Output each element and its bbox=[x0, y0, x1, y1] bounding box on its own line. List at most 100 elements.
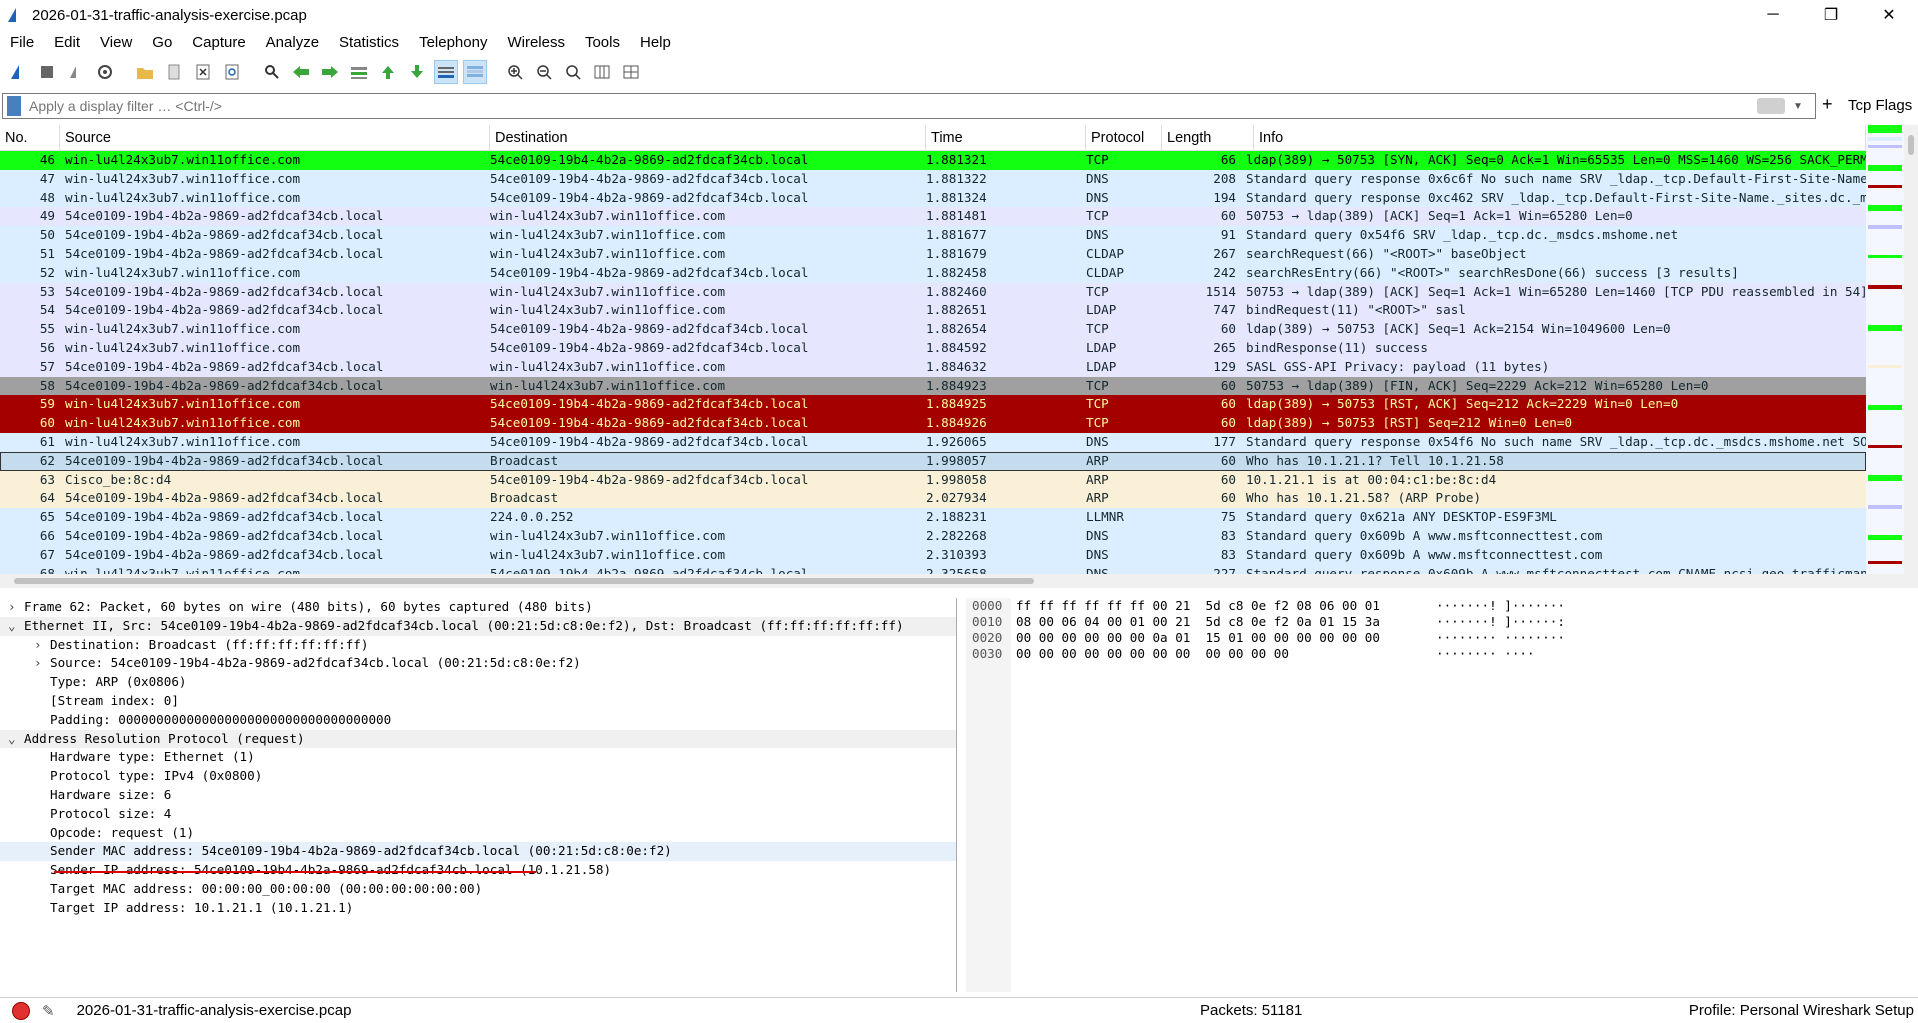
expand-arrow-icon[interactable]: › bbox=[34, 654, 46, 673]
menu-telephony[interactable]: Telephony bbox=[409, 34, 497, 51]
menu-wireless[interactable]: Wireless bbox=[497, 34, 575, 51]
packet-row[interactable]: 48 win-lu4l24x3ub7.win11office.com 54ce010… bbox=[0, 188, 1866, 208]
packet-row[interactable]: 54 54ce0109-19b4-4b2a-9869-ad2fdcaf34cb.l… bbox=[0, 301, 1866, 321]
menu-help[interactable]: Help bbox=[630, 34, 681, 51]
colorize-icon[interactable] bbox=[463, 60, 487, 84]
packet-row[interactable]: 52 win-lu4l24x3ub7.win11office.com 54ce010… bbox=[0, 263, 1866, 283]
go-last-icon[interactable] bbox=[405, 60, 429, 84]
column-header-info[interactable]: Info bbox=[1254, 125, 1866, 150]
tcp-flags-button[interactable]: Tcp Flags bbox=[1848, 97, 1912, 114]
packet-list-scrollbar[interactable] bbox=[1904, 125, 1918, 574]
detail-row[interactable]: › Frame 62: Packet, 60 bytes on wire (480… bbox=[0, 598, 956, 617]
column-header-destination[interactable]: Destination bbox=[490, 125, 926, 150]
packet-row[interactable]: 55 win-lu4l24x3ub7.win11office.com 54ce010… bbox=[0, 320, 1866, 339]
detail-row[interactable]: Protocol size: 4 bbox=[0, 805, 956, 824]
packet-row[interactable]: 64 54ce0109-19b4-4b2a-9869-ad2fdcaf34cb.l… bbox=[0, 489, 1866, 509]
menu-view[interactable]: View bbox=[90, 34, 142, 51]
packet-row[interactable]: 66 54ce0109-19b4-4b2a-9869-ad2fdcaf34cb.l… bbox=[0, 526, 1866, 546]
packet-row[interactable]: 67 54ce0109-19b4-4b2a-9869-ad2fdcaf34cb.l… bbox=[0, 545, 1866, 565]
byte-row[interactable]: 0010 08 00 06 04 00 01 00 21 5d c8 0e f2 … bbox=[966, 614, 1918, 630]
menu-statistics[interactable]: Statistics bbox=[329, 34, 409, 51]
capture-options-icon[interactable] bbox=[93, 60, 117, 84]
autoscroll-icon[interactable] bbox=[434, 60, 458, 84]
detail-row[interactable]: Type: ARP (0x0806) bbox=[0, 673, 956, 692]
detail-row[interactable]: Sender MAC address: 54ce0109-19b4-4b2a-9… bbox=[0, 842, 956, 862]
open-file-icon[interactable] bbox=[133, 60, 157, 84]
zoom-in-icon[interactable] bbox=[503, 60, 527, 84]
scrollbar-thumb[interactable] bbox=[1908, 135, 1914, 155]
packet-row[interactable]: 59 win-lu4l24x3ub7.win11office.com 54ce010… bbox=[0, 395, 1866, 415]
byte-row[interactable]: 0030 00 00 00 00 00 00 00 00 00 00 00 00 ·… bbox=[966, 646, 1918, 662]
packet-row[interactable]: 68 win-lu4l24x3ub7.win11office.com 54ce010… bbox=[0, 564, 1866, 574]
packet-list-hscrollbar[interactable] bbox=[0, 574, 1918, 588]
detail-row[interactable]: Padding: 0000000000000000000000000000000… bbox=[0, 711, 956, 730]
packet-row[interactable]: 57 54ce0109-19b4-4b2a-9869-ad2fdcaf34cb.l… bbox=[0, 357, 1866, 377]
detail-row[interactable]: Hardware size: 6 bbox=[0, 786, 956, 805]
add-filter-button[interactable]: + bbox=[1822, 94, 1833, 115]
find-packet-icon[interactable] bbox=[260, 60, 284, 84]
detail-row[interactable]: Hardware type: Ethernet (1) bbox=[0, 748, 956, 767]
restart-capture-icon[interactable] bbox=[64, 60, 88, 84]
packet-row[interactable]: 50 54ce0109-19b4-4b2a-9869-ad2fdcaf34cb.l… bbox=[0, 226, 1866, 245]
close-file-icon[interactable] bbox=[191, 60, 215, 84]
detail-row[interactable]: Target IP address: 10.1.21.1 (10.1.21.1) bbox=[0, 899, 956, 918]
menu-file[interactable]: File bbox=[0, 34, 44, 51]
packet-row[interactable]: 60 win-lu4l24x3ub7.win11office.com 54ce010… bbox=[0, 414, 1866, 433]
detail-row[interactable]: › Source: 54ce0109-19b4-4b2a-9869-ad2fdca… bbox=[0, 654, 956, 673]
packet-row[interactable]: 58 54ce0109-19b4-4b2a-9869-ad2fdcaf34cb.l… bbox=[0, 376, 1866, 396]
detail-row[interactable]: ⌄ Ethernet II, Src: 54ce0109-19b4-4b2a-98… bbox=[0, 616, 956, 636]
menu-tools[interactable]: Tools bbox=[575, 34, 630, 51]
apply-filter-arrow-icon[interactable] bbox=[1757, 98, 1785, 114]
packet-row[interactable]: 62 54ce0109-19b4-4b2a-9869-ad2fdcaf34cb.l… bbox=[0, 451, 1866, 471]
display-filter-input[interactable] bbox=[27, 97, 1757, 115]
packet-row[interactable]: 65 54ce0109-19b4-4b2a-9869-ad2fdcaf34cb.l… bbox=[0, 508, 1866, 527]
detail-row[interactable]: ⌄ Address Resolution Protocol (request) bbox=[0, 729, 956, 749]
packet-row[interactable]: 63 Cisco_be:8c:d4 54ce0109-19b4-4b2a-9869-… bbox=[0, 470, 1866, 490]
layout-icon[interactable] bbox=[619, 60, 643, 84]
byte-row[interactable]: 0020 00 00 00 00 00 00 0a 01 15 01 00 00 … bbox=[966, 630, 1918, 646]
expand-arrow-icon[interactable]: ⌄ bbox=[8, 730, 20, 749]
maximize-button[interactable]: ❐ bbox=[1802, 0, 1860, 30]
normal-size-icon[interactable] bbox=[561, 60, 585, 84]
column-header-time[interactable]: Time bbox=[926, 125, 1086, 150]
menu-go[interactable]: Go bbox=[142, 34, 182, 51]
packet-row[interactable]: 56 win-lu4l24x3ub7.win11office.com 54ce010… bbox=[0, 338, 1866, 358]
go-to-packet-icon[interactable] bbox=[347, 60, 371, 84]
expand-arrow-icon[interactable]: › bbox=[34, 636, 46, 655]
stop-capture-icon[interactable] bbox=[35, 60, 59, 84]
hscrollbar-thumb[interactable] bbox=[14, 578, 1034, 584]
resize-columns-icon[interactable] bbox=[590, 60, 614, 84]
byte-row[interactable]: 0000 ff ff ff ff ff ff 00 21 5d c8 0e f2 … bbox=[966, 598, 1918, 614]
packet-row[interactable]: 53 54ce0109-19b4-4b2a-9869-ad2fdcaf34cb.l… bbox=[0, 282, 1866, 302]
expand-arrow-icon[interactable]: › bbox=[8, 598, 20, 617]
zoom-out-icon[interactable] bbox=[532, 60, 556, 84]
expert-info-icon[interactable] bbox=[12, 1001, 30, 1020]
column-header-length[interactable]: Length bbox=[1162, 125, 1254, 150]
status-profile[interactable]: Profile: Personal Wireshark Setup bbox=[1689, 1002, 1914, 1019]
expand-arrow-icon[interactable]: ⌄ bbox=[8, 617, 20, 636]
minimize-button[interactable]: ─ bbox=[1744, 0, 1802, 30]
packet-row[interactable]: 51 54ce0109-19b4-4b2a-9869-ad2fdcaf34cb.l… bbox=[0, 244, 1866, 264]
menu-analyze[interactable]: Analyze bbox=[256, 34, 329, 51]
detail-row[interactable]: Protocol type: IPv4 (0x0800) bbox=[0, 767, 956, 786]
column-header-protocol[interactable]: Protocol bbox=[1086, 125, 1162, 150]
detail-row[interactable]: [Stream index: 0] bbox=[0, 692, 956, 711]
column-header-source[interactable]: Source bbox=[60, 125, 490, 150]
detail-row[interactable]: › Destination: Broadcast (ff:ff:ff:ff:ff:… bbox=[0, 636, 956, 655]
chevron-down-icon[interactable]: ▼ bbox=[1793, 101, 1807, 112]
go-back-icon[interactable] bbox=[289, 60, 313, 84]
shark-fin-start-icon[interactable] bbox=[6, 60, 30, 84]
capture-comment-icon[interactable]: ✎ bbox=[42, 1002, 55, 1020]
close-button[interactable]: ✕ bbox=[1860, 0, 1918, 30]
column-header-no[interactable]: No. bbox=[0, 125, 60, 150]
bookmark-icon[interactable] bbox=[7, 96, 21, 116]
packet-row[interactable]: 61 win-lu4l24x3ub7.win11office.com 54ce010… bbox=[0, 432, 1866, 452]
packet-row[interactable]: 46 win-lu4l24x3ub7.win11office.com 54ce010… bbox=[0, 151, 1866, 170]
packet-row[interactable]: 47 win-lu4l24x3ub7.win11office.com 54ce010… bbox=[0, 169, 1866, 189]
detail-row[interactable]: Target MAC address: 00:00:00_00:00:00 (0… bbox=[0, 880, 956, 899]
packet-row[interactable]: 49 54ce0109-19b4-4b2a-9869-ad2fdcaf34cb.l… bbox=[0, 207, 1866, 227]
reload-file-icon[interactable] bbox=[220, 60, 244, 84]
menu-edit[interactable]: Edit bbox=[44, 34, 90, 51]
detail-row[interactable]: Opcode: request (1) bbox=[0, 824, 956, 843]
menu-capture[interactable]: Capture bbox=[182, 34, 255, 51]
